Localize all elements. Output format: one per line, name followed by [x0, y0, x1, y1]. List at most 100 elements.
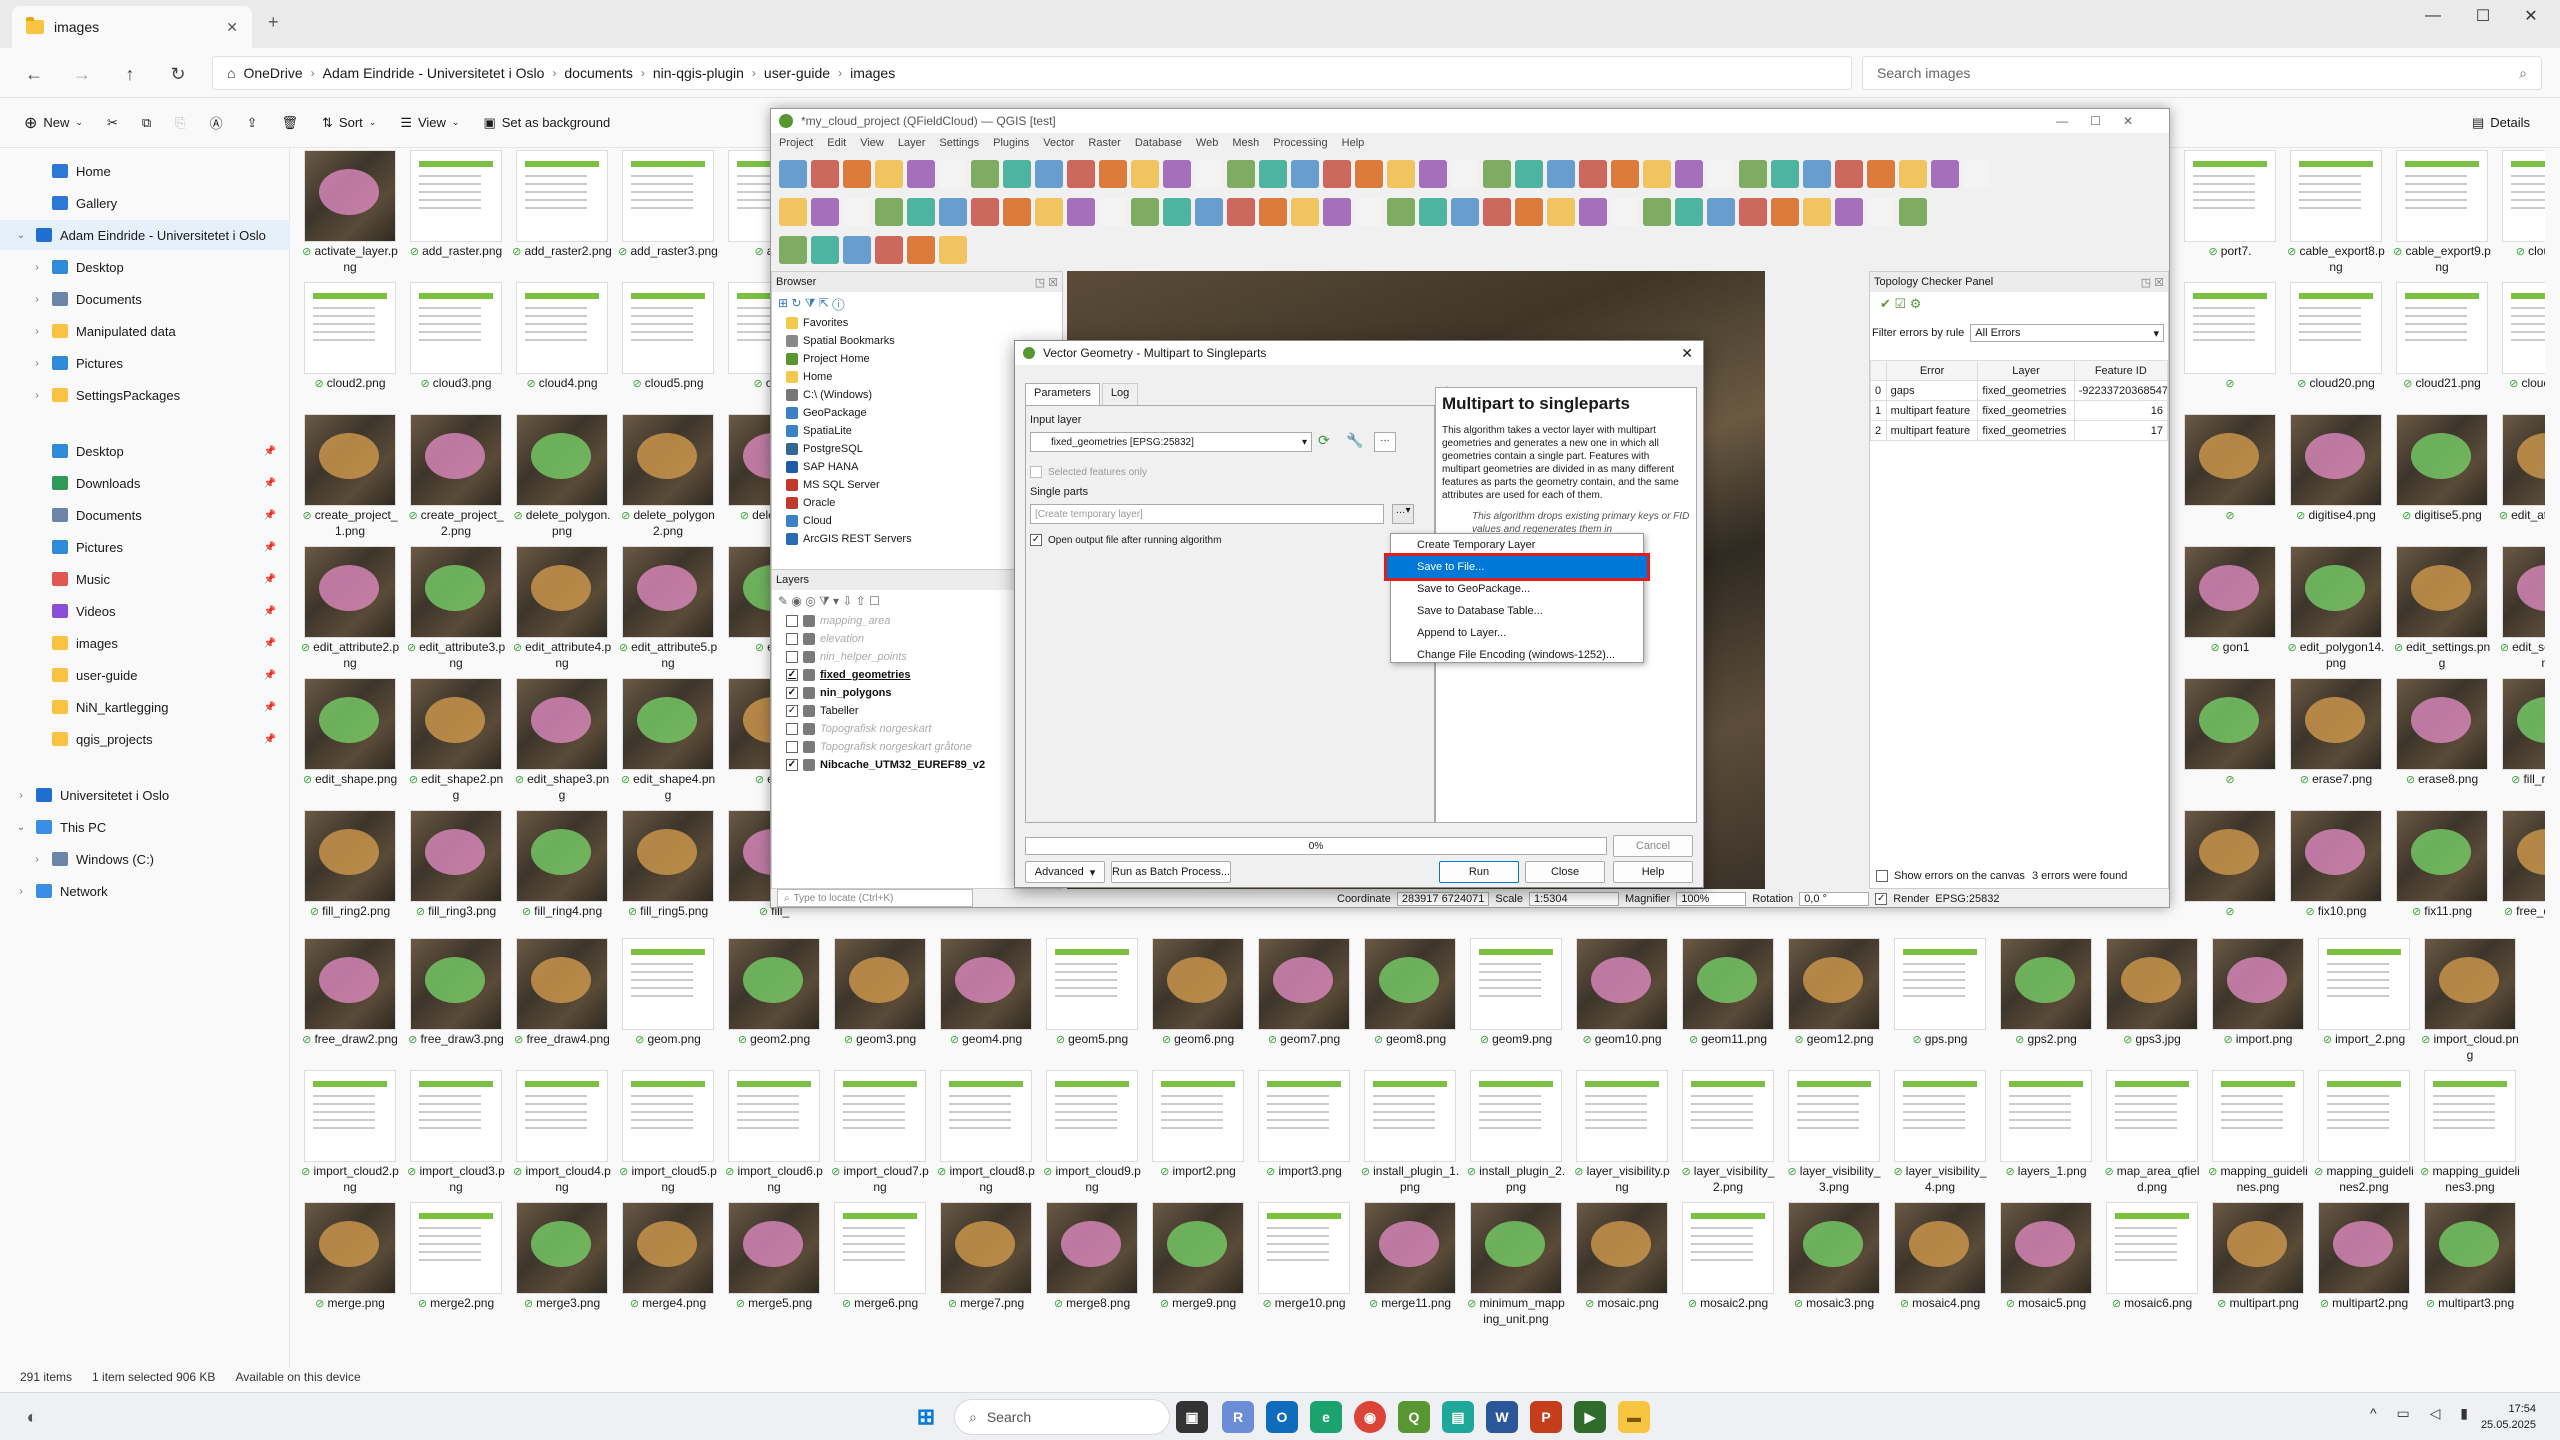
- up-icon[interactable]: ↑: [116, 60, 144, 88]
- nav-item[interactable]: › Documents: [0, 284, 290, 314]
- layer-visibility-checkbox[interactable]: [786, 651, 798, 663]
- file-thumbnail[interactable]: ⊘ cloud20.png: [2286, 282, 2386, 392]
- input-layer-select[interactable]: fixed_geometries [EPSG:25832] ▾: [1030, 432, 1312, 452]
- file-thumbnail[interactable]: ⊘ edit_attribute.png: [2498, 414, 2545, 539]
- file-thumbnail[interactable]: ⊘ merge10.png: [1254, 1202, 1354, 1312]
- file-thumbnail[interactable]: ⊘ import_cloud9.png: [1042, 1070, 1142, 1195]
- toolbar-tool-icon[interactable]: [939, 160, 967, 188]
- file-thumbnail[interactable]: ⊘ multipart3.png: [2420, 1202, 2520, 1312]
- nav-item[interactable]: › Network: [0, 876, 290, 906]
- toolbar-tool-icon[interactable]: [1899, 160, 1927, 188]
- file-thumbnail[interactable]: ⊘ delete_polygon2.png: [618, 414, 718, 539]
- toolbar-tool-icon[interactable]: [1867, 160, 1895, 188]
- file-thumbnail[interactable]: ⊘ geom8.png: [1360, 938, 1460, 1048]
- menu-item[interactable]: Edit: [827, 137, 846, 149]
- toolbar-tool-icon[interactable]: [1035, 198, 1063, 226]
- layer-visibility-checkbox[interactable]: [786, 633, 798, 645]
- toolbar-tool-icon[interactable]: [1771, 198, 1799, 226]
- task-view-icon[interactable]: ▣: [1176, 1401, 1208, 1433]
- file-thumbnail[interactable]: ⊘ free_draw.png: [2498, 810, 2545, 920]
- layer-visibility-checkbox[interactable]: [786, 723, 798, 735]
- nav-item[interactable]: ⌄ This PC: [0, 812, 290, 842]
- nav-item[interactable]: › Universitetet i Oslo: [0, 780, 290, 810]
- toolbar-tool-icon[interactable]: [1547, 160, 1575, 188]
- qgis-window-controls[interactable]: —☐✕: [2056, 114, 2155, 128]
- toolbar-tool-icon[interactable]: [843, 236, 871, 264]
- toolbar-tool-icon[interactable]: [779, 160, 807, 188]
- menu-item[interactable]: Help: [1342, 137, 1365, 149]
- file-thumbnail[interactable]: ⊘ merge4.png: [618, 1202, 718, 1312]
- toolbar-tool-icon[interactable]: [1803, 198, 1831, 226]
- qgis-taskbar-icon[interactable]: Q: [1398, 1401, 1430, 1433]
- file-thumbnail[interactable]: ⊘ geom2.png: [724, 938, 824, 1048]
- file-thumbnail[interactable]: ⊘ minimum_mapping_unit.png: [1466, 1202, 1566, 1327]
- file-thumbnail[interactable]: ⊘ import_cloud6.png: [724, 1070, 824, 1195]
- toolbar-tool-icon[interactable]: [1675, 198, 1703, 226]
- file-thumbnail[interactable]: ⊘ erase7.png: [2286, 678, 2386, 788]
- toolbar-tool-icon[interactable]: [779, 198, 807, 226]
- nav-item[interactable]: Desktop 📌: [0, 436, 290, 466]
- toolbar-tool-icon[interactable]: [1291, 160, 1319, 188]
- file-thumbnail[interactable]: ⊘ import2.png: [1148, 1070, 1248, 1180]
- file-thumbnail[interactable]: ⊘ cloud3.png: [406, 282, 506, 392]
- layer-visibility-checkbox[interactable]: ✓: [786, 705, 798, 717]
- selected-features-checkbox[interactable]: Selected features only: [1030, 466, 1147, 478]
- toolbar-tool-icon[interactable]: [1675, 160, 1703, 188]
- set-background-button[interactable]: ▣ Set as background: [471, 105, 622, 141]
- chevron-icon[interactable]: ⌄: [14, 822, 28, 833]
- file-thumbnail[interactable]: ⊘ edit_attribute5.png: [618, 546, 718, 671]
- file-thumbnail[interactable]: ⊘ geom9.png: [1466, 938, 1566, 1048]
- menu-item[interactable]: Web: [1196, 137, 1218, 149]
- close-button[interactable]: Close: [1525, 861, 1605, 883]
- toolbar-tool-icon[interactable]: [939, 236, 967, 264]
- search-input[interactable]: Search images ⌕: [1862, 56, 2542, 90]
- file-thumbnail[interactable]: ⊘ geom.png: [618, 938, 718, 1048]
- toolbar-tool-icon[interactable]: [1515, 198, 1543, 226]
- toolbar-tool-icon[interactable]: [1739, 198, 1767, 226]
- toolbar-tool-icon[interactable]: [875, 198, 903, 226]
- chevron-icon[interactable]: ›: [14, 790, 28, 801]
- file-thumbnail[interactable]: ⊘ mosaic5.png: [1996, 1202, 2096, 1312]
- run-button[interactable]: Run: [1439, 861, 1519, 883]
- toolbar-tool-icon[interactable]: [1355, 198, 1383, 226]
- context-menu-item[interactable]: Save to Database Table...: [1391, 600, 1643, 622]
- chevron-icon[interactable]: ›: [30, 854, 44, 865]
- toolbar-tool-icon[interactable]: [1451, 160, 1479, 188]
- edge-icon[interactable]: e: [1310, 1401, 1342, 1433]
- cut-icon[interactable]: ✂: [95, 105, 130, 141]
- toolbar-tool-icon[interactable]: [1099, 160, 1127, 188]
- scale-field[interactable]: 1:5304: [1528, 892, 1619, 906]
- file-thumbnail[interactable]: ⊘ erase8.png: [2392, 678, 2492, 788]
- file-thumbnail[interactable]: ⊘ digitise5.png: [2392, 414, 2492, 524]
- toolbar-tool-icon[interactable]: [1131, 198, 1159, 226]
- filter-select[interactable]: All Errors ▾: [1970, 324, 2164, 342]
- coordinate-field[interactable]: 283917 6724071: [1396, 892, 1490, 906]
- file-thumbnail[interactable]: ⊘ edit_polygon14.png: [2286, 546, 2386, 671]
- column-header[interactable]: Error: [1885, 360, 1979, 381]
- toolbar-tool-icon[interactable]: [811, 198, 839, 226]
- toolbar-tool-icon[interactable]: [907, 236, 935, 264]
- chevron-icon[interactable]: ⌄: [14, 230, 28, 241]
- file-thumbnail[interactable]: ⊘ cloud22.png: [2498, 282, 2545, 392]
- close-tab-icon[interactable]: ✕: [226, 19, 238, 36]
- toolbar-tool-icon[interactable]: [875, 160, 903, 188]
- toolbar-tool-icon[interactable]: [1355, 160, 1383, 188]
- file-thumbnail[interactable]: ⊘ import_cloud8.png: [936, 1070, 1036, 1195]
- file-thumbnail[interactable]: ⊘ gps3.jpg: [2102, 938, 2202, 1048]
- file-thumbnail[interactable]: ⊘ cable_export9.png: [2392, 150, 2492, 275]
- nav-item[interactable]: images 📌: [0, 628, 290, 658]
- outlook-icon[interactable]: O: [1266, 1401, 1298, 1433]
- file-thumbnail[interactable]: ⊘ merge9.png: [1148, 1202, 1248, 1312]
- copy-icon[interactable]: ⧉: [130, 105, 163, 141]
- file-thumbnail[interactable]: ⊘ geom4.png: [936, 938, 1036, 1048]
- toolbar-tool-icon[interactable]: [1611, 160, 1639, 188]
- tray-icons[interactable]: ^ ▭ ◁ ▮: [2370, 1405, 2476, 1422]
- toolbar-tool-icon[interactable]: [1003, 160, 1031, 188]
- file-thumbnail[interactable]: ⊘ import_cloud4.png: [512, 1070, 612, 1195]
- breadcrumb[interactable]: ⌂ OneDrive › Adam Eindride - Universitete…: [212, 56, 1852, 90]
- render-checkbox[interactable]: ✓: [1875, 893, 1888, 905]
- toolbar-tool-icon[interactable]: [1451, 198, 1479, 226]
- toolbar-tool-icon[interactable]: [1899, 198, 1927, 226]
- file-thumbnail[interactable]: ⊘ mosaic.png: [1572, 1202, 1672, 1312]
- context-menu-item[interactable]: Create Temporary Layer: [1391, 534, 1643, 556]
